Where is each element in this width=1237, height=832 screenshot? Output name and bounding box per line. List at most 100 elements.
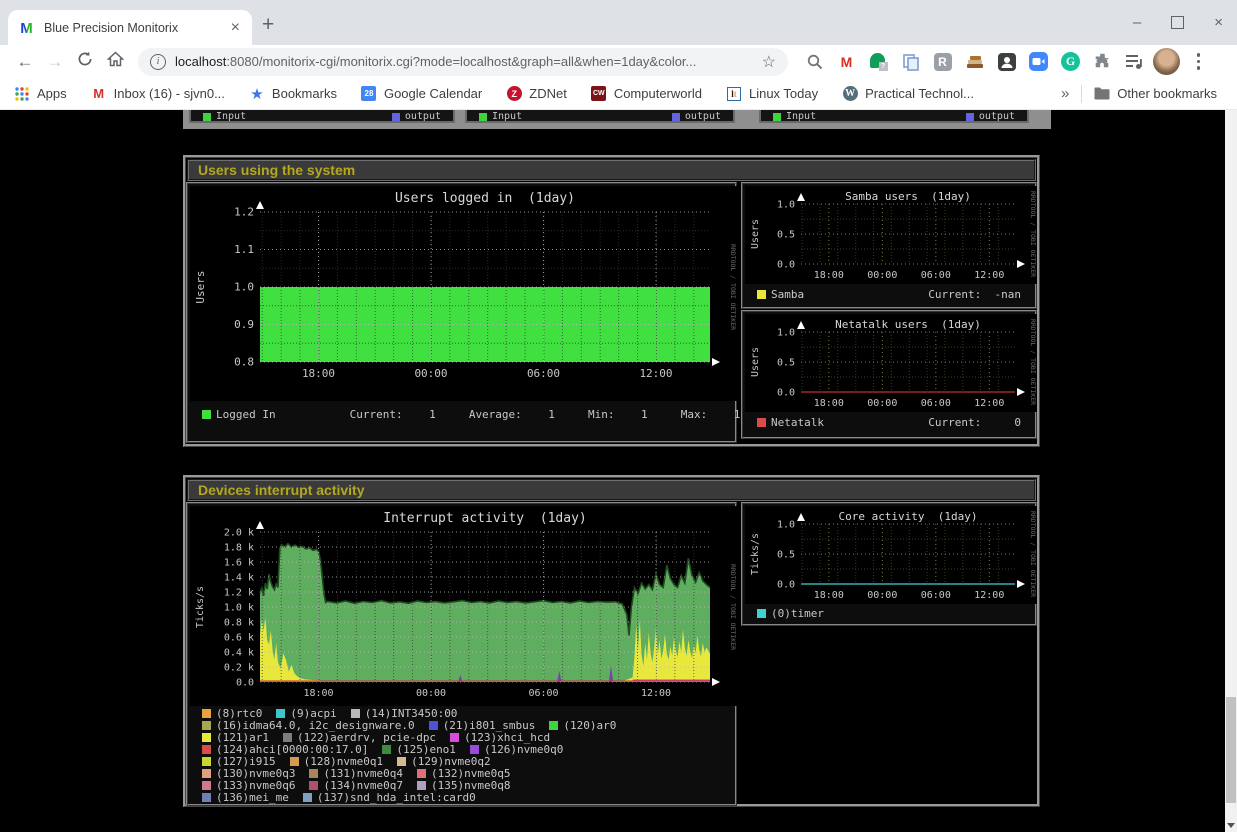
books-icon[interactable] [964,51,985,72]
home-button[interactable] [100,51,130,72]
bookmarks-divider [1081,85,1082,103]
legend-label: output [979,111,1015,122]
legend-label: (135)nvme0q8 [431,780,510,791]
legend-color-swatch [757,609,766,618]
grammarly-icon[interactable]: G [1060,51,1081,72]
legend-color-swatch [202,721,211,730]
bookmark-label: Apps [37,86,67,101]
back-button[interactable]: ← [10,52,40,72]
playlist-icon[interactable] [1124,51,1145,72]
svg-text:00:00: 00:00 [416,688,446,699]
zdnet-icon: Z [506,86,522,102]
legend-color-swatch [549,721,558,730]
svg-text:RRDTOOL / TOBI OETIKER: RRDTOOL / TOBI OETIKER [729,564,737,650]
gmail-icon[interactable]: M [836,51,857,72]
svg-text:0.4 k: 0.4 k [224,648,254,659]
svg-text:18:00: 18:00 [814,270,844,281]
graph-legend-row: (121)ar1(122)aerdrv, pcie-dpc(123)xhci_h… [190,732,733,743]
svg-text:18:00: 18:00 [814,398,844,409]
svg-text:06:00: 06:00 [527,367,560,380]
minimize-button[interactable]: – [1133,15,1141,30]
address-bar[interactable]: i localhost:8080/monitorix-cgi/monitorix… [138,48,788,76]
scrollbar-down-arrow-icon[interactable] [1225,818,1237,832]
new-tab-button[interactable]: + [262,13,274,37]
svg-text:1.0: 1.0 [777,328,795,339]
legend-color-swatch [392,113,400,121]
monitorix-favicon-icon: M [18,19,35,36]
chrome-menu[interactable] [1188,51,1209,72]
extensions-puzzle-icon[interactable] [1092,51,1113,72]
copy-pages-icon[interactable] [900,51,921,72]
section-devices-title: Devices interrupt activity [187,479,1036,501]
graph-legend-row: Input [203,111,246,122]
svg-text:18:00: 18:00 [302,367,335,380]
page-info-icon[interactable]: i [150,54,166,70]
legend-color-swatch [479,113,487,121]
svg-text:0.0: 0.0 [777,580,795,591]
legend-label: output [405,111,441,122]
legend-color-swatch [202,781,211,790]
rakuten-icon[interactable]: R [932,51,953,72]
legend-color-swatch [309,769,318,778]
maximize-button[interactable] [1171,16,1184,29]
bookmark-label: Computerworld [614,86,702,101]
search-icon[interactable] [804,51,825,72]
bookmark-item-computerworld[interactable]: CWComputerworld [591,86,702,102]
svg-text:12:00: 12:00 [974,270,1004,281]
other-bookmarks-button[interactable]: Other bookmarks [1094,86,1217,102]
bookmark-item-bookmarks[interactable]: ★Bookmarks [249,86,337,102]
network-graph-partial[interactable]: Input output [189,110,455,123]
bookmark-item-linux-today[interactable]: ltLinux Today [726,86,818,102]
bookmark-item-google-calendar[interactable]: 28Google Calendar [361,86,482,102]
interrupt-activity-graph[interactable]: 0.00.2 k0.4 k0.6 k0.8 k1.0 k1.2 k1.4 k1.… [186,502,737,806]
graph-legend-row: (133)nvme0q6(134)nvme0q7(135)nvme0q8 [190,780,733,791]
legend-label: Current: -nan [928,289,1021,300]
vertical-scrollbar[interactable] [1225,110,1237,832]
url-text: localhost:8080/monitorix-cgi/monitorix.c… [175,54,762,69]
bookmark-star-icon[interactable]: ☆ [762,52,776,72]
svg-text:1.8 k: 1.8 k [224,543,254,554]
bookmark-item-inbox-16-sjvn0[interactable]: MInbox (16) - sjvn0... [91,86,225,102]
legend-color-swatch [202,745,211,754]
star-blue-icon: ★ [249,86,265,102]
legend-color-swatch [202,769,211,778]
svg-text:1.2 k: 1.2 k [224,588,254,599]
legend-label: (125)eno1 [396,744,456,755]
zoom-icon[interactable] [1028,51,1049,72]
bookmark-item-practical-technol[interactable]: WPractical Technol... [842,86,974,102]
google-voice-icon[interactable]: ? [868,51,889,72]
tab-strip: M Blue Precision Monitorix × + – × [0,0,1237,45]
legend-label: (137)snd_hda_intel:card0 [317,792,476,803]
bookmarks-overflow-chevron[interactable]: » [1061,85,1069,102]
bookmark-label: Google Calendar [384,86,482,101]
close-button[interactable]: × [1214,15,1223,30]
graph-legend-row: SambaCurrent: -nan [745,289,1033,300]
svg-text:0.0: 0.0 [777,260,795,271]
wordpress-icon: W [842,86,858,102]
legend-label: (127)i915 [216,756,276,767]
tab-close-icon[interactable]: × [229,20,242,36]
forward-button[interactable]: → [40,52,70,72]
svg-text:1.4 k: 1.4 k [224,573,254,584]
bookmark-item-zdnet[interactable]: ZZDNet [506,86,567,102]
legend-label: (132)nvme0q5 [431,768,510,779]
svg-text:18:00: 18:00 [303,688,333,699]
network-graph-partial[interactable]: Inputoutput [465,110,735,123]
scrollbar-thumb[interactable] [1226,697,1236,803]
persona-icon[interactable] [996,51,1017,72]
section-users-title: Users using the system [187,159,1036,181]
section-network-partial: InputoutputInputoutputInputoutput [183,110,1051,129]
browser-tab[interactable]: M Blue Precision Monitorix × [8,10,252,45]
users-logged-in-graph[interactable]: 0.80.91.01.11.218:0000:0006:0012:00Users… [186,182,737,443]
core-activity-graph[interactable]: 0.00.51.018:0000:0006:0012:00Core activi… [741,502,1037,626]
network-graph-partial[interactable]: Inputoutput [759,110,1029,123]
profile-avatar[interactable] [1156,51,1177,72]
bookmark-item-apps[interactable]: Apps [14,86,67,102]
reload-button[interactable] [70,51,100,72]
legend-color-swatch [202,733,211,742]
graph-legend-row: (0)timer [745,608,1033,619]
samba-users-graph[interactable]: 0.00.51.018:0000:0006:0012:00Samba users… [741,182,1037,309]
legend-label: (122)aerdrv, pcie-dpc [297,732,436,743]
netatalk-users-graph[interactable]: 0.00.51.018:0000:0006:0012:00Netatalk us… [741,310,1037,439]
svg-text:Users: Users [750,347,761,377]
